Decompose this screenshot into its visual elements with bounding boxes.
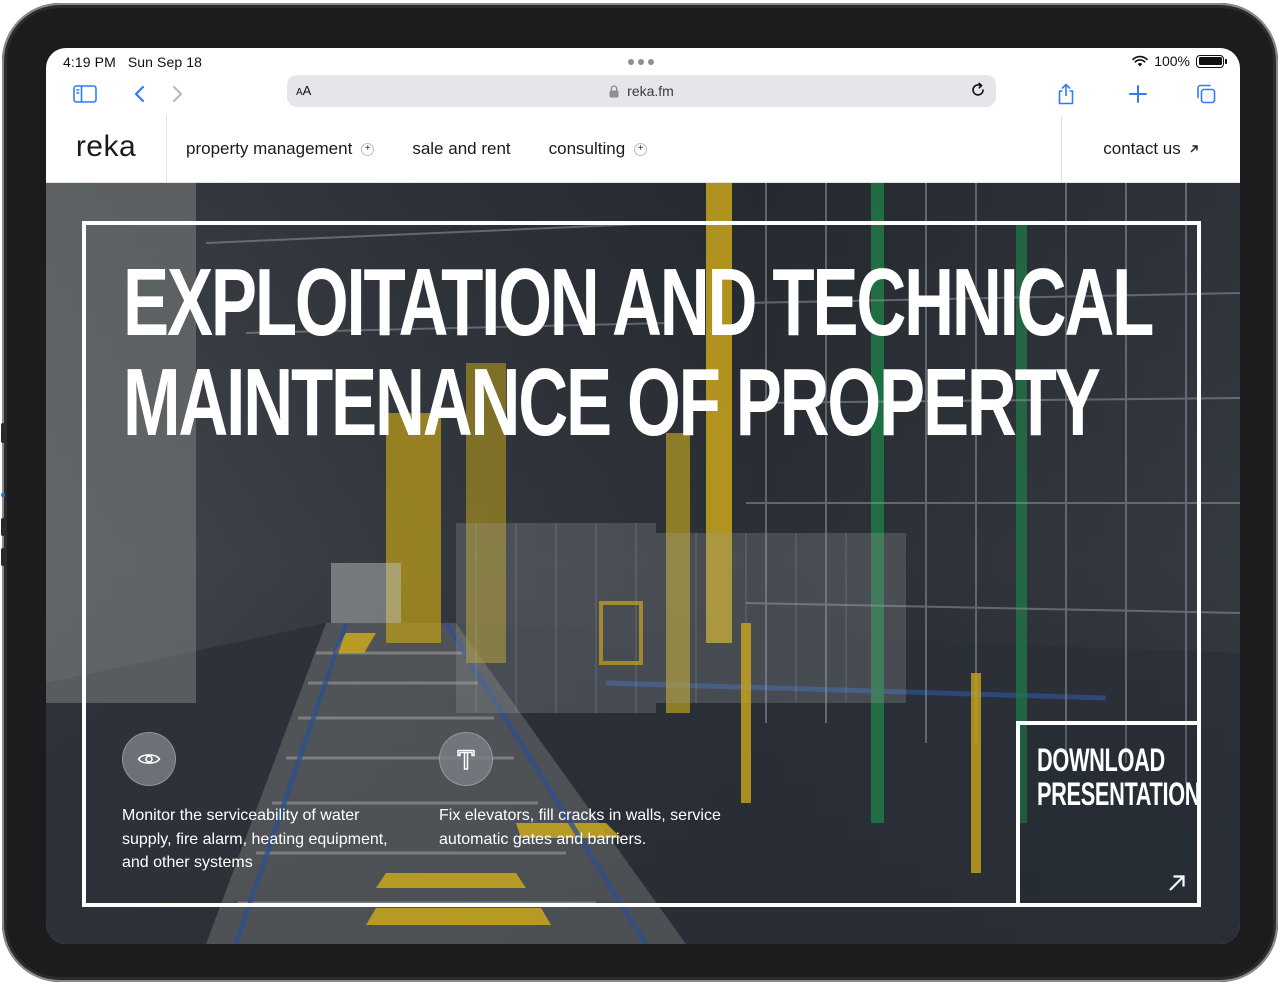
- status-bar: 4:19 PM Sun Sep 18 100%: [46, 48, 1240, 76]
- status-indicators: 100%: [1132, 53, 1227, 69]
- multitasking-dots-icon[interactable]: [628, 59, 654, 65]
- new-tab-icon[interactable]: [1122, 78, 1154, 110]
- screen: 4:19 PM Sun Sep 18 100% AA reka.fm reka …: [46, 48, 1240, 944]
- camera-indicator: [1, 493, 5, 497]
- headline-line-2: MAINTENANCE OF PROPERTY: [123, 349, 1101, 456]
- site-header: reka property management + sale and rent…: [46, 115, 1240, 183]
- address-bar[interactable]: AA reka.fm: [287, 75, 996, 107]
- clock: 4:19 PM: [63, 54, 116, 70]
- sidebar-icon[interactable]: [69, 78, 101, 110]
- hero-headline: EXPLOITATION AND TECHNICAL MAINTENANCE O…: [123, 253, 1154, 456]
- nav-property-management[interactable]: property management +: [186, 139, 375, 159]
- reload-icon[interactable]: [970, 82, 986, 101]
- hero-section: EXPLOITATION AND TECHNICAL MAINTENANCE O…: [46, 183, 1240, 944]
- battery-percent: 100%: [1154, 53, 1190, 69]
- feature-text: Fix elevators, fill cracks in walls, ser…: [439, 807, 721, 848]
- contact-label: contact us: [1103, 139, 1181, 158]
- site-logo[interactable]: reka: [46, 115, 167, 183]
- headline-line-1: EXPLOITATION AND TECHNICAL: [123, 249, 1154, 356]
- feature-text: Monitor the serviceability of water supp…: [122, 807, 388, 871]
- browser-toolbar: AA reka.fm: [46, 74, 1240, 114]
- eye-icon: [122, 732, 176, 786]
- nav-label: property management: [186, 139, 353, 158]
- forward-icon[interactable]: [161, 78, 193, 110]
- plus-icon: +: [634, 142, 648, 156]
- status-time: 4:19 PM Sun Sep 18: [63, 54, 202, 70]
- nav-label: sale and rent: [412, 139, 511, 158]
- nav-consulting[interactable]: consulting +: [549, 139, 648, 159]
- volume-down-button: [1, 548, 5, 566]
- battery-icon: [1196, 54, 1227, 68]
- date: Sun Sep 18: [127, 54, 202, 70]
- url-display[interactable]: reka.fm: [287, 83, 996, 99]
- tabs-icon[interactable]: [1190, 78, 1222, 110]
- contact-us-link[interactable]: contact us: [1061, 115, 1240, 183]
- hammer-icon: [439, 732, 493, 786]
- plus-icon: +: [361, 142, 375, 156]
- url-text: reka.fm: [627, 83, 674, 99]
- arrow-up-right-icon: [1190, 145, 1198, 153]
- back-icon[interactable]: [124, 78, 156, 110]
- lock-icon: [609, 84, 619, 97]
- arrow-up-right-icon: [1169, 875, 1185, 891]
- ipad-frame: 4:19 PM Sun Sep 18 100% AA reka.fm reka …: [1, 3, 1278, 982]
- main-nav: property management + sale and rent cons…: [186, 115, 685, 183]
- nav-label: consulting: [548, 139, 626, 158]
- nav-sale-and-rent[interactable]: sale and rent: [412, 139, 510, 159]
- download-label: DOWNLOAD PRESENTATION: [1037, 742, 1201, 812]
- side-button: [1, 423, 5, 443]
- feature-repair: Fix elevators, fill cracks in walls, ser…: [439, 732, 739, 851]
- wifi-icon: [1132, 55, 1148, 67]
- volume-up-button: [1, 518, 5, 536]
- download-presentation-button[interactable]: DOWNLOAD PRESENTATION: [1016, 721, 1201, 907]
- feature-monitor: Monitor the serviceability of water supp…: [122, 732, 412, 875]
- share-icon[interactable]: [1050, 78, 1082, 110]
